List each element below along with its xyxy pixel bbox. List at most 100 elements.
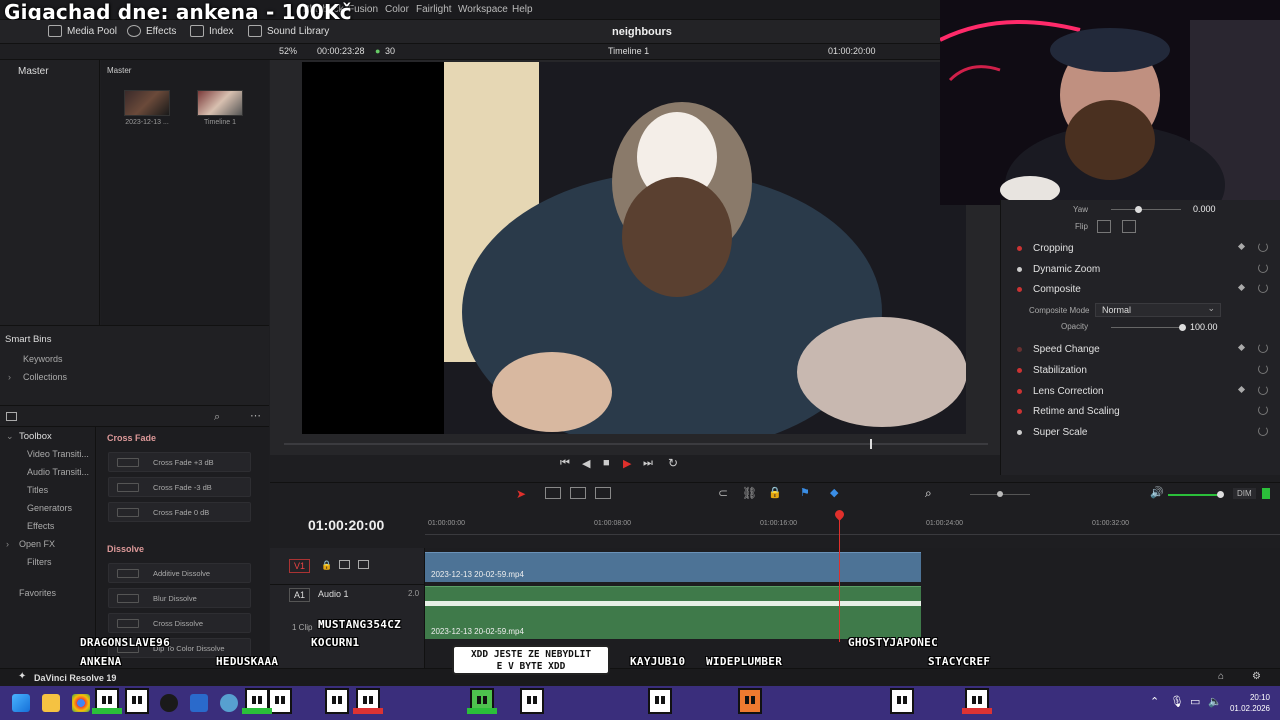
flag-icon[interactable]: ⚑ — [800, 486, 810, 499]
menu-workspace[interactable]: Workspace — [458, 4, 508, 15]
system-clock[interactable]: 20:10 01.02.2026 — [1230, 692, 1270, 714]
volume-icon[interactable]: 🔊 — [1150, 486, 1164, 499]
keyframe-icon[interactable] — [1237, 283, 1246, 292]
track-lock-icon[interactable]: 🔒 — [321, 560, 332, 571]
menu-fairlight[interactable]: Fairlight — [416, 4, 452, 15]
opacity-value[interactable]: 100.00 — [1190, 322, 1218, 332]
enable-dot-icon[interactable] — [1017, 287, 1022, 292]
section-composite[interactable]: Composite — [1001, 280, 1280, 300]
timeline-name[interactable]: Timeline 1 — [608, 46, 649, 56]
marker-icon[interactable]: ◆ — [830, 486, 838, 499]
favorites[interactable]: Favorites — [19, 588, 56, 598]
timeline-thumbnail[interactable] — [197, 90, 243, 116]
enable-dot-icon[interactable] — [1017, 409, 1022, 414]
index-button[interactable]: Index — [190, 25, 233, 37]
v1-track-label[interactable]: V1 — [289, 559, 311, 573]
zoom-icon[interactable]: ⌕ — [925, 486, 932, 501]
microphone-icon[interactable]: 🎙 — [1170, 695, 1184, 708]
snapping-icon[interactable]: ⊂ — [718, 486, 728, 500]
fx-item[interactable]: Cross Fade -3 dB — [108, 477, 251, 497]
menu-color[interactable]: Color — [385, 4, 409, 15]
enable-dot-icon[interactable] — [1017, 430, 1022, 435]
open-fx[interactable]: Open FX — [19, 539, 55, 549]
fx-item[interactable]: Cross Dissolve — [108, 613, 251, 633]
reset-icon[interactable] — [1258, 426, 1268, 436]
fx-item[interactable]: Blur Dissolve — [108, 588, 251, 608]
toolbox-video-transitions[interactable]: Video Transiti... — [27, 449, 89, 459]
play-reverse-icon[interactable]: ◀ — [582, 457, 590, 470]
enable-dot-icon[interactable] — [1017, 267, 1022, 272]
flip-horizontal-icon[interactable] — [1097, 220, 1111, 233]
reset-icon[interactable] — [1258, 242, 1268, 252]
speaker-icon[interactable]: 🔈 — [1208, 695, 1222, 708]
volume-handle[interactable] — [1217, 491, 1224, 498]
volume-slider[interactable] — [1168, 494, 1220, 496]
flip-vertical-icon[interactable] — [1122, 220, 1136, 233]
link-icon[interactable]: ⛓ — [742, 486, 757, 500]
reset-icon[interactable] — [1258, 405, 1268, 415]
stop-icon[interactable]: ■ — [603, 457, 610, 469]
skip-to-end-icon[interactable]: ⏭ — [643, 457, 653, 470]
toolbox-effects[interactable]: Effects — [27, 521, 54, 531]
keyframe-icon[interactable] — [1237, 242, 1246, 251]
a1-track-label[interactable]: A1 — [289, 588, 311, 602]
effects-button[interactable]: Effects — [127, 25, 176, 37]
windows-start-icon[interactable] — [12, 694, 30, 712]
yaw-slider-handle[interactable] — [1135, 206, 1142, 213]
opacity-slider-handle[interactable] — [1179, 324, 1186, 331]
smart-bin-collections[interactable]: Collections — [23, 372, 67, 382]
menu-fusion[interactable]: Fusion — [348, 4, 378, 15]
enable-dot-icon[interactable] — [1017, 389, 1022, 394]
audio-clip[interactable]: 2023-12-13 20-02-59.mp4 — [425, 586, 921, 639]
reset-icon[interactable] — [1258, 364, 1268, 374]
enable-dot-icon[interactable] — [1017, 368, 1022, 373]
reset-icon[interactable] — [1258, 283, 1268, 293]
loop-icon[interactable]: ↻ — [668, 456, 678, 470]
selection-tool-icon[interactable]: ➤ — [516, 487, 526, 501]
timeline-ruler[interactable]: 01:00:20:00 01:00:00:00 01:00:08:00 01:0… — [270, 506, 1280, 548]
enable-dot-icon[interactable] — [1017, 246, 1022, 251]
reset-icon[interactable] — [1258, 263, 1268, 273]
dynamic-trim-icon[interactable] — [570, 487, 586, 499]
media-pool-button[interactable]: Media Pool — [48, 25, 117, 37]
fx-item[interactable]: Cross Fade 0 dB — [108, 502, 251, 522]
lock-icon[interactable]: 🔒 — [768, 486, 782, 499]
clip-thumbnail[interactable] — [124, 90, 170, 116]
section-speed-change[interactable]: Speed Change — [1001, 340, 1280, 360]
enable-dot-icon[interactable] — [1017, 347, 1022, 352]
dim-button[interactable]: DIM — [1233, 488, 1256, 499]
blade-tool-icon[interactable] — [595, 487, 611, 499]
video-clip[interactable]: 2023-12-13 20-02-59.mp4 — [425, 552, 921, 582]
smart-bin-keywords[interactable]: Keywords — [23, 354, 63, 364]
sound-library-button[interactable]: Sound Library — [248, 25, 329, 37]
section-dynamic-zoom[interactable]: Dynamic Zoom — [1001, 260, 1280, 280]
keyframe-icon[interactable] — [1237, 343, 1246, 352]
yaw-value[interactable]: 0.000 — [1193, 204, 1216, 214]
composite-mode-select[interactable]: Normal ⌄ — [1095, 303, 1221, 317]
reset-icon[interactable] — [1258, 343, 1268, 353]
track-enable-icon[interactable] — [358, 560, 369, 569]
playhead[interactable] — [839, 512, 840, 642]
timeline-zoom-handle[interactable] — [997, 491, 1003, 497]
section-lens-correction[interactable]: Lens Correction — [1001, 382, 1280, 402]
section-super-scale[interactable]: Super Scale — [1001, 423, 1280, 443]
yaw-slider[interactable] — [1111, 209, 1181, 210]
section-stabilization[interactable]: Stabilization — [1001, 361, 1280, 381]
fx-item[interactable]: Cross Fade +3 dB — [108, 452, 251, 472]
fx-item[interactable]: Additive Dissolve — [108, 563, 251, 583]
skip-to-start-icon[interactable]: ⏮ — [560, 457, 570, 470]
settings-gear-icon[interactable]: ⚙ — [1252, 671, 1261, 682]
toolbox-filters[interactable]: Filters — [27, 557, 52, 567]
file-explorer-icon[interactable] — [42, 694, 60, 712]
viewer-scrubber[interactable] — [284, 443, 988, 445]
section-retime-scaling[interactable]: Retime and Scaling — [1001, 402, 1280, 422]
auto-select-icon[interactable] — [339, 560, 350, 569]
video-frame[interactable] — [302, 62, 966, 434]
chrome-icon[interactable] — [72, 694, 90, 712]
a1-track-name[interactable]: Audio 1 — [318, 589, 349, 599]
toolbox-titles[interactable]: Titles — [27, 485, 48, 495]
toolbox-generators[interactable]: Generators — [27, 503, 72, 513]
zoom-level[interactable]: 52% — [279, 46, 297, 56]
search-icon[interactable]: ⌕ — [214, 411, 220, 424]
play-icon[interactable]: ▶ — [623, 457, 631, 470]
